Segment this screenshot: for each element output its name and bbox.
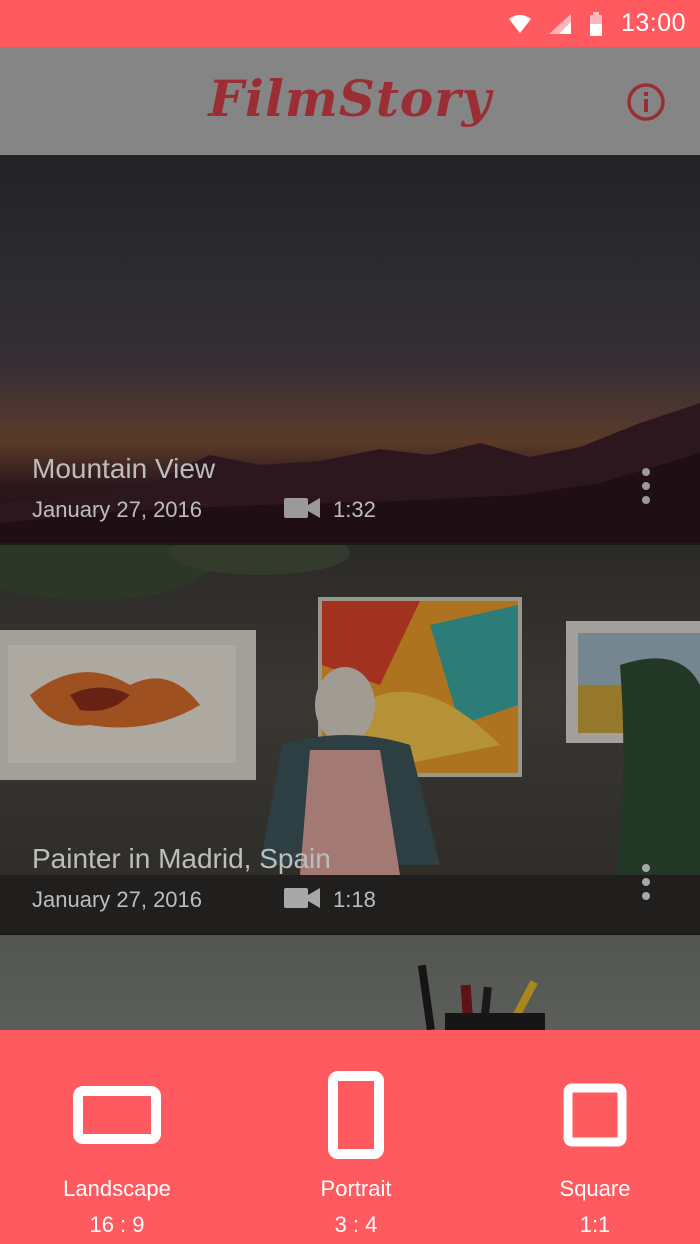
square-option[interactable]: Square 1:1 [495, 1030, 695, 1244]
film-card-partial[interactable] [0, 935, 700, 1030]
card-shade [0, 935, 700, 1030]
film-duration: 1:32 [333, 497, 376, 522]
format-ratio: 16 : 9 [89, 1212, 145, 1237]
info-icon[interactable] [626, 82, 666, 122]
square-icon [563, 1083, 627, 1147]
portrait-icon [328, 1071, 384, 1159]
format-chooser: Landscape 16 : 9 Portrait 3 : 4 Square 1… [0, 1030, 700, 1244]
film-date: January 27, 2016 [32, 887, 203, 912]
more-vert-icon[interactable] [636, 467, 656, 505]
format-label: Portrait [320, 1176, 392, 1201]
video-camera-icon [284, 888, 320, 908]
status-bar: 13:00 [0, 0, 700, 47]
portrait-option[interactable]: Portrait 3 : 4 [256, 1030, 456, 1244]
format-ratio: 1:1 [579, 1212, 611, 1237]
app-title: FilmStory [208, 69, 492, 128]
film-card-mountain-view[interactable]: Mountain View January 27, 2016 1:32 [0, 155, 700, 543]
format-ratio: 3 : 4 [334, 1212, 378, 1237]
film-card-painter[interactable]: Painter in Madrid, Spain January 27, 201… [0, 545, 700, 933]
signal-icon [548, 13, 571, 34]
film-title: Painter in Madrid, Spain [32, 843, 331, 874]
format-label: Landscape [63, 1176, 171, 1201]
film-date: January 27, 2016 [32, 497, 203, 522]
format-label: Square [559, 1176, 631, 1201]
film-duration: 1:18 [333, 887, 376, 912]
landscape-icon [73, 1086, 161, 1144]
film-title: Mountain View [32, 453, 216, 484]
battery-icon [589, 11, 602, 36]
video-camera-icon [284, 498, 320, 518]
app-bar: FilmStory [0, 47, 700, 155]
status-time: 13:00 [620, 9, 686, 37]
landscape-option[interactable]: Landscape 16 : 9 [17, 1030, 217, 1244]
wifi-icon [508, 14, 531, 33]
more-vert-icon[interactable] [636, 863, 656, 901]
